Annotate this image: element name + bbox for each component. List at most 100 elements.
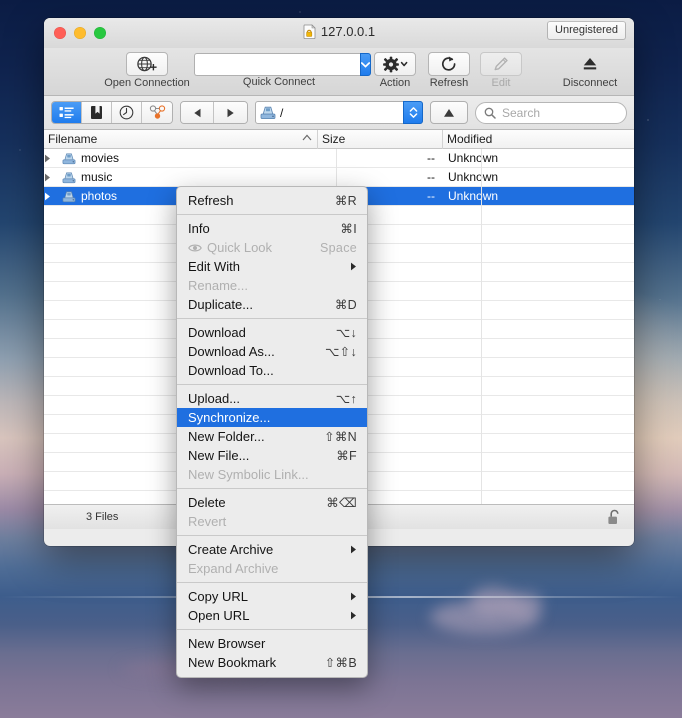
- search-field[interactable]: Search: [475, 102, 627, 124]
- menu-item-label: Refresh: [188, 193, 335, 208]
- path-stepper[interactable]: [403, 101, 423, 124]
- menu-shortcut: ⌘⌫: [326, 495, 357, 510]
- menu-item: Quick LookSpace: [177, 238, 367, 257]
- triangle-right-icon: [226, 108, 235, 118]
- back-button[interactable]: [181, 102, 214, 123]
- menu-item: Revert: [177, 512, 367, 531]
- path-combobox[interactable]: /: [255, 101, 423, 124]
- menu-item[interactable]: Upload...⌥↑: [177, 389, 367, 408]
- menu-shortcut: ⌘D: [335, 297, 357, 312]
- quick-connect-combobox[interactable]: [194, 53, 364, 76]
- table-row[interactable]: music--Unknown: [44, 168, 634, 187]
- menu-item-label: Create Archive: [188, 542, 350, 557]
- menu-shortcut: ⌘F: [336, 448, 357, 463]
- menu-item[interactable]: Copy URL: [177, 587, 367, 606]
- browser-view-tab[interactable]: [52, 102, 82, 123]
- menu-item-label: Duplicate...: [188, 297, 335, 312]
- refresh-button[interactable]: Refresh: [425, 52, 473, 89]
- menu-item: New Symbolic Link...: [177, 465, 367, 484]
- menu-item[interactable]: New Browser: [177, 634, 367, 653]
- menu-item-label: New Browser: [188, 636, 357, 651]
- window-titlebar[interactable]: 127.0.0.1 Unregistered: [44, 18, 634, 48]
- disconnect-icon-box: [569, 52, 611, 76]
- menu-item-label: Copy URL: [188, 589, 350, 604]
- quick-connect-input[interactable]: [194, 53, 360, 76]
- bookmarks-view-tab[interactable]: [82, 102, 112, 123]
- window-title-text: 127.0.0.1: [321, 24, 375, 39]
- menu-item[interactable]: Info⌘I: [177, 219, 367, 238]
- list-view-icon: [59, 106, 74, 119]
- context-menu[interactable]: Refresh⌘RInfo⌘IQuick LookSpaceEdit WithR…: [176, 186, 368, 678]
- file-modified-cell: Unknown: [443, 151, 634, 165]
- menu-item[interactable]: Duplicate...⌘D: [177, 295, 367, 314]
- table-row[interactable]: movies--Unknown: [44, 149, 634, 168]
- file-name-label: photos: [81, 189, 117, 203]
- disclosure-triangle-icon[interactable]: [44, 154, 62, 163]
- menu-item[interactable]: Download As...⌥⇧↓: [177, 342, 367, 361]
- disclosure-triangle-icon[interactable]: [44, 173, 62, 182]
- file-modified-cell: Unknown: [443, 170, 634, 184]
- history-view-tab[interactable]: [112, 102, 142, 123]
- quick-connect-label: Quick Connect: [194, 76, 364, 88]
- disk-icon: [62, 171, 76, 184]
- navigation-bar: / Search: [44, 96, 634, 130]
- forward-button[interactable]: [214, 102, 247, 123]
- desktop-background: 127.0.0.1 Unregistered: [0, 0, 682, 718]
- menu-item-label: Upload...: [188, 391, 336, 406]
- edit-button[interactable]: Edit: [477, 52, 525, 89]
- column-header-modified[interactable]: Modified: [443, 130, 634, 149]
- search-placeholder: Search: [502, 106, 540, 120]
- parent-directory-button[interactable]: [430, 101, 468, 124]
- unlocked-padlock-icon[interactable]: [607, 509, 622, 526]
- menu-separator: [177, 318, 367, 319]
- menu-item-label: Synchronize...: [188, 410, 357, 425]
- stepper-chevrons-icon: [409, 106, 418, 119]
- menu-item[interactable]: Delete⌘⌫: [177, 493, 367, 512]
- unregistered-badge[interactable]: Unregistered: [547, 21, 626, 40]
- action-label: Action: [371, 77, 419, 89]
- menu-item[interactable]: New Bookmark⇧⌘B: [177, 653, 367, 672]
- column-label-size: Size: [322, 132, 345, 146]
- menu-item[interactable]: Download To...: [177, 361, 367, 380]
- menu-item-label: Download To...: [188, 363, 357, 378]
- disk-icon: [62, 152, 76, 165]
- menu-item[interactable]: Refresh⌘R: [177, 191, 367, 210]
- refresh-label: Refresh: [425, 77, 473, 89]
- menu-separator: [177, 582, 367, 583]
- chevron-down-icon[interactable]: [360, 53, 371, 76]
- file-count-label: 3 Files: [86, 511, 118, 523]
- main-toolbar: Open Connection Quick Connect: [44, 48, 634, 96]
- menu-item-label: Quick Look: [188, 240, 320, 255]
- menu-item-label: Download As...: [188, 344, 325, 359]
- menu-item[interactable]: New Folder...⇧⌘N: [177, 427, 367, 446]
- refresh-icon: [440, 55, 458, 73]
- menu-shortcut: ⌥↑: [336, 391, 357, 406]
- menu-item[interactable]: New File...⌘F: [177, 446, 367, 465]
- bonjour-view-tab[interactable]: [142, 102, 172, 123]
- submenu-arrow-icon: [350, 592, 357, 601]
- menu-item[interactable]: Download⌥↓: [177, 323, 367, 342]
- menu-separator: [177, 535, 367, 536]
- open-connection-button[interactable]: Open Connection: [97, 52, 197, 89]
- menu-item-label: Revert: [188, 514, 357, 529]
- window-title-group: 127.0.0.1: [44, 24, 634, 39]
- view-mode-segmented-control[interactable]: [51, 101, 173, 124]
- menu-item[interactable]: Open URL: [177, 606, 367, 625]
- action-button[interactable]: Action: [371, 52, 419, 89]
- menu-shortcut: ⌥↓: [336, 325, 357, 340]
- disconnect-button[interactable]: Disconnect: [554, 52, 626, 89]
- menu-item[interactable]: Edit With: [177, 257, 367, 276]
- menu-item-label: Expand Archive: [188, 561, 357, 576]
- history-nav-segmented-control[interactable]: [180, 101, 248, 124]
- column-header-filename[interactable]: Filename: [44, 130, 318, 149]
- eye-icon: [188, 243, 202, 253]
- menu-separator: [177, 214, 367, 215]
- edit-label: Edit: [477, 77, 525, 89]
- menu-item[interactable]: Create Archive: [177, 540, 367, 559]
- menu-item[interactable]: Synchronize...: [177, 408, 367, 427]
- file-name-label: movies: [81, 151, 119, 165]
- disclosure-triangle-icon[interactable]: [44, 192, 62, 201]
- menu-shortcut: ⇧⌘N: [324, 429, 357, 444]
- menu-shortcut: Space: [320, 241, 357, 255]
- column-header-size[interactable]: Size: [318, 130, 443, 149]
